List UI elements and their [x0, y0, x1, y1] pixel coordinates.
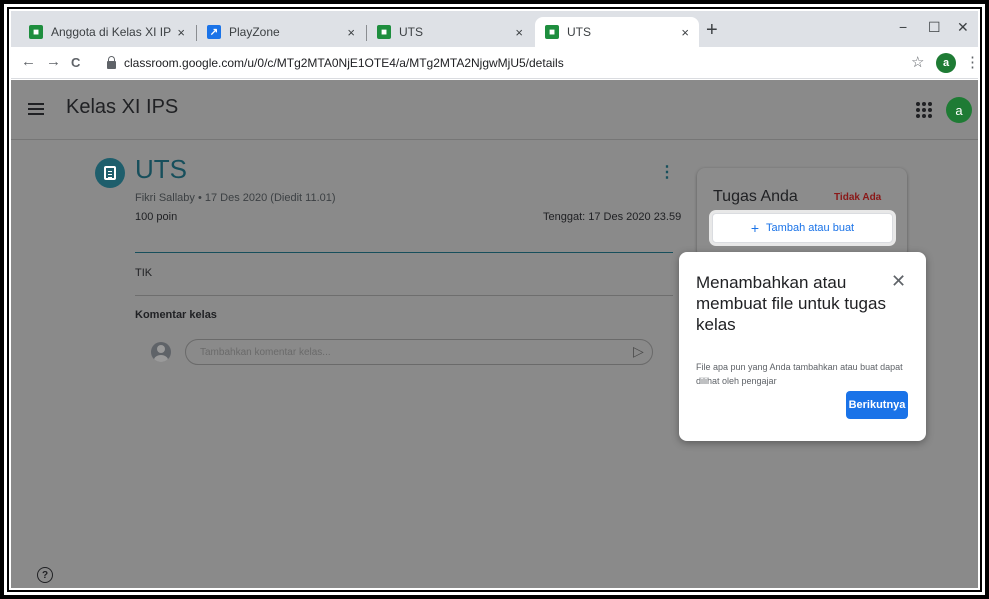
classroom-favicon-icon: ■ — [29, 25, 43, 39]
next-button[interactable]: Berikutnya — [846, 391, 908, 419]
tab-label: PlayZone — [229, 25, 280, 39]
tab-playzone[interactable]: ↗ PlayZone × — [197, 17, 365, 47]
plus-icon: + — [750, 220, 760, 236]
class-name[interactable]: Kelas XI IPS — [66, 96, 178, 119]
assignment-meta: Fikri Sallaby • 17 Des 2020 (Diedit 11.0… — [135, 192, 336, 204]
add-file-tooltip-dialog: Menambahkan atau membuat file untuk tuga… — [679, 252, 926, 441]
app-bar: Kelas XI IPS a — [11, 80, 978, 140]
tab-close-icon[interactable]: × — [347, 25, 355, 40]
google-apps-icon[interactable] — [916, 102, 932, 118]
send-icon[interactable]: ▷ — [633, 343, 644, 360]
tab-close-icon[interactable]: × — [177, 25, 185, 40]
bookmark-star-icon[interactable]: ☆ — [911, 53, 924, 71]
lock-icon — [107, 56, 116, 69]
browser-menu-icon[interactable]: ⋮ — [965, 53, 978, 71]
tab-strip: ■ Anggota di Kelas XI IPS × ↗ PlayZone ×… — [11, 11, 978, 47]
classroom-favicon-icon: ■ — [545, 25, 559, 39]
tab-uts-1[interactable]: ■ UTS × — [367, 17, 533, 47]
playzone-favicon-icon: ↗ — [207, 25, 221, 39]
add-or-create-label: Tambah atau buat — [766, 222, 855, 234]
maximize-button[interactable]: ☐ — [928, 19, 941, 36]
your-work-title: Tugas Anda — [713, 188, 798, 205]
divider — [135, 295, 673, 296]
tab-label: UTS — [399, 25, 423, 39]
class-comment-input[interactable]: Tambahkan komentar kelas... — [185, 339, 653, 365]
divider — [135, 252, 673, 253]
new-tab-button[interactable]: + — [706, 20, 718, 40]
close-icon[interactable]: ✕ — [891, 271, 906, 292]
add-or-create-button[interactable]: + Tambah atau buat — [712, 213, 893, 243]
tab-uts-active[interactable]: ■ UTS × — [535, 17, 699, 47]
your-work-card: Tugas Anda Tidak Ada + Tambah atau buat — [697, 168, 907, 258]
help-icon[interactable]: ? — [37, 567, 53, 583]
close-window-button[interactable]: ✕ — [957, 19, 969, 36]
assignment-description: TIK — [135, 267, 153, 279]
assignment-icon — [95, 158, 125, 188]
class-comments-heading: Komentar kelas — [135, 309, 217, 321]
comment-placeholder: Tambahkan komentar kelas... — [200, 346, 331, 358]
user-avatar-icon — [151, 342, 171, 362]
browser-profile-avatar[interactable]: a — [936, 53, 956, 73]
browser-toolbar: ← → C classroom.google.com/u/0/c/MTg2MTA… — [11, 47, 978, 79]
classroom-favicon-icon: ■ — [377, 25, 391, 39]
tab-label: UTS — [567, 25, 591, 39]
forward-button[interactable]: → — [46, 53, 61, 70]
assignment-title: UTS — [135, 154, 187, 184]
dialog-body: File apa pun yang Anda tambahkan atau bu… — [696, 362, 903, 386]
status-badge: Tidak Ada — [834, 192, 882, 203]
browser-window: ■ Anggota di Kelas XI IPS × ↗ PlayZone ×… — [11, 11, 978, 588]
tab-close-icon[interactable]: × — [681, 25, 689, 40]
dialog-title: Menambahkan atau membuat file untuk tuga… — [696, 273, 886, 334]
account-avatar[interactable]: a — [946, 97, 972, 123]
assignment-points: 100 poin — [135, 211, 178, 223]
assignment-due-date: Tenggat: 17 Des 2020 23.59 — [543, 211, 682, 223]
tab-anggota[interactable]: ■ Anggota di Kelas XI IPS × — [19, 17, 195, 47]
back-button[interactable]: ← — [21, 53, 36, 70]
more-options-icon[interactable]: ⋮ — [659, 162, 675, 182]
tab-label: Anggota di Kelas XI IPS — [51, 25, 172, 39]
tab-close-icon[interactable]: × — [515, 25, 523, 40]
hamburger-menu-icon[interactable] — [28, 103, 44, 115]
url-text: classroom.google.com/u/0/c/MTg2MTA0NjE1O… — [124, 56, 564, 70]
address-bar[interactable]: classroom.google.com/u/0/c/MTg2MTA0NjE1O… — [107, 52, 564, 74]
reload-button[interactable]: C — [71, 55, 80, 70]
minimize-button[interactable]: − — [899, 19, 907, 35]
